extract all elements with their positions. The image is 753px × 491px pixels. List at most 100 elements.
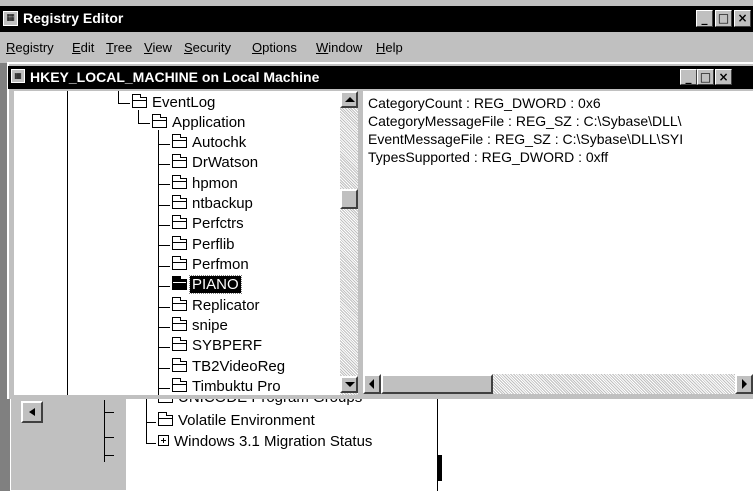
menu-edit-accel: E xyxy=(72,40,81,55)
tree-vertical-scrollbar[interactable] xyxy=(340,91,358,395)
menu-help[interactable]: Help xyxy=(376,40,403,55)
folder-icon xyxy=(158,412,173,426)
background-tree-guide-1 xyxy=(104,400,105,462)
folder-icon xyxy=(172,236,187,250)
background-tree-branch-2 xyxy=(104,437,114,438)
tree-item-replicator[interactable]: Replicator xyxy=(172,297,262,317)
maximize-button[interactable]: □ xyxy=(715,10,732,27)
tree-item-eventlog[interactable]: EventLog xyxy=(132,94,217,114)
tree-guide-line xyxy=(158,184,170,185)
background-scroll-left-button[interactable] xyxy=(21,401,43,423)
value-entry[interactable]: EventMessageFile : REG_SZ : C:\Sybase\DL… xyxy=(368,131,683,149)
background-tree-branch-1 xyxy=(104,412,114,413)
folder-icon xyxy=(172,317,187,331)
tree-item-drwatson[interactable]: DrWatson xyxy=(172,154,260,174)
tree-item-sybperf[interactable]: SYBPERF xyxy=(172,337,264,357)
tree-item-perflib[interactable]: Perflib xyxy=(172,236,237,256)
key-tree-pane[interactable]: EventLog Application Autochk DrWatson hp… xyxy=(14,91,360,395)
tree-item-perfctrs[interactable]: Perfctrs xyxy=(172,215,246,235)
tree-guide-line xyxy=(158,225,170,226)
folder-icon xyxy=(172,175,187,189)
value-entry[interactable]: CategoryMessageFile : REG_SZ : C:\Sybase… xyxy=(368,113,682,131)
menu-registry-rest: egistry xyxy=(15,40,54,55)
menu-registry[interactable]: Registry xyxy=(6,40,54,55)
menu-window[interactable]: Window xyxy=(316,40,362,55)
tree-guide-line xyxy=(158,388,170,389)
registry-editor-window: ▦ Registry Editor _ □ × Registry Edit Tr… xyxy=(0,0,753,491)
tree-guide-line xyxy=(158,266,170,267)
tree-item-piano[interactable]: PIANO xyxy=(172,275,242,296)
value-entry[interactable]: CategoryCount : REG_DWORD : 0x6 xyxy=(368,95,601,113)
scroll-right-button[interactable] xyxy=(735,374,753,394)
menu-edit[interactable]: Edit xyxy=(72,40,94,55)
tree-item-label: hpmon xyxy=(192,175,238,192)
expand-plus-icon[interactable] xyxy=(158,435,169,446)
close-button[interactable]: × xyxy=(734,10,751,27)
child-maximize-button[interactable]: □ xyxy=(697,69,714,85)
tree-item-label: PIANO xyxy=(189,275,242,294)
value-entry[interactable]: TypesSupported : REG_DWORD : 0xff xyxy=(368,149,608,167)
menu-help-accel: H xyxy=(376,40,386,55)
folder-icon xyxy=(172,256,187,270)
tree-item-application[interactable]: Application xyxy=(152,114,247,134)
background-tree-item-label: Volatile Environment xyxy=(178,412,315,429)
folder-icon xyxy=(172,215,187,229)
tree-guide-line xyxy=(158,164,170,165)
tree-guide-line xyxy=(158,286,170,287)
folder-icon xyxy=(172,154,187,168)
menu-security[interactable]: Security xyxy=(184,40,231,55)
background-tree-item[interactable]: Windows 3.1 Migration Status xyxy=(158,433,374,453)
tree-item-snipe[interactable]: snipe xyxy=(172,317,230,337)
tree-item-tb2videoreg[interactable]: TB2VideoReg xyxy=(172,358,287,378)
tree-guide-line xyxy=(67,91,68,395)
menu-window-accel: W xyxy=(316,40,329,55)
folder-open-icon xyxy=(152,114,167,128)
tree-item-label: SYBPERF xyxy=(192,337,263,354)
background-tree-branch-4 xyxy=(146,422,156,423)
tree-item-perfmon[interactable]: Perfmon xyxy=(172,256,251,276)
horizontal-scroll-thumb[interactable] xyxy=(381,374,493,394)
value-list-pane[interactable]: CategoryCount : REG_DWORD : 0x6 Category… xyxy=(363,91,753,374)
menu-view[interactable]: View xyxy=(144,40,172,55)
folder-icon xyxy=(172,297,187,311)
tree-item-label: Perflib xyxy=(192,236,235,253)
regedit-icon[interactable]: ▦ xyxy=(3,11,18,26)
tree-item-timbuktu-pro[interactable]: Timbuktu Pro xyxy=(172,378,283,395)
scroll-thumb[interactable] xyxy=(340,189,358,209)
tree-item-ntbackup[interactable]: ntbackup xyxy=(172,195,255,215)
tree-guide-line xyxy=(158,347,170,348)
menu-tree-rest: ree xyxy=(113,40,133,55)
tree-guide-line xyxy=(158,205,170,206)
scroll-left-button[interactable] xyxy=(363,374,381,394)
tree-item-autochk[interactable]: Autochk xyxy=(172,134,248,154)
menu-bar: Registry Edit Tree View Security Options… xyxy=(0,35,753,60)
tree-item-label: Application xyxy=(172,114,246,131)
menu-help-rest: elp xyxy=(385,40,403,55)
folder-icon xyxy=(172,337,187,351)
app-titlebar[interactable]: ▦ Registry Editor _ □ × xyxy=(0,6,753,32)
scroll-up-button[interactable] xyxy=(340,91,358,108)
tree-item-label: TB2VideoReg xyxy=(192,358,286,375)
child-close-button[interactable]: × xyxy=(715,69,732,85)
tree-guide-line xyxy=(158,368,170,369)
registry-key-icon[interactable]: ▦ xyxy=(11,69,25,83)
menu-security-rest: ecurity xyxy=(192,40,231,55)
tree-guide-line xyxy=(118,103,130,104)
background-tree-item[interactable]: Volatile Environment xyxy=(158,412,317,432)
scroll-down-button[interactable] xyxy=(340,376,358,393)
background-tree-guide-2 xyxy=(146,394,147,444)
minimize-button[interactable]: _ xyxy=(696,10,713,27)
child-titlebar[interactable]: ▦ HKEY_LOCAL_MACHINE on Local Machine _ … xyxy=(8,66,753,89)
menu-options[interactable]: Options xyxy=(252,40,297,55)
value-horizontal-scrollbar[interactable] xyxy=(363,374,753,394)
tree-item-hpmon[interactable]: hpmon xyxy=(172,175,240,195)
tree-item-label: Autochk xyxy=(192,134,247,151)
folder-icon xyxy=(172,134,187,148)
background-scroll-thumb[interactable] xyxy=(437,455,442,481)
tree-item-label: Perfmon xyxy=(192,256,249,273)
child-minimize-button[interactable]: _ xyxy=(680,69,697,85)
tree-guide-line xyxy=(158,144,170,145)
tree-guide-line xyxy=(158,307,170,308)
menu-tree[interactable]: Tree xyxy=(106,40,132,55)
menu-security-accel: S xyxy=(184,40,193,55)
